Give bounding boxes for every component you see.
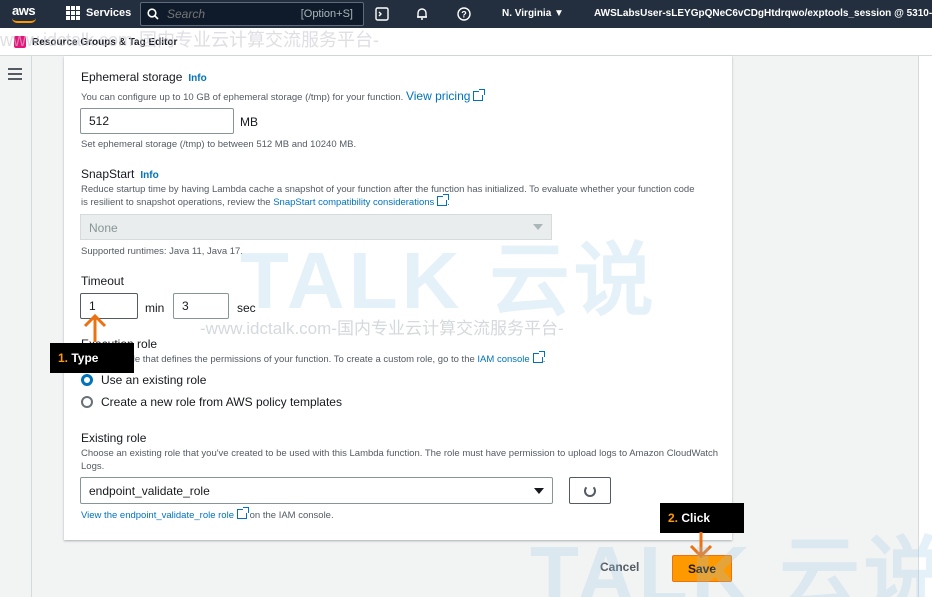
svg-text:?: ? xyxy=(461,10,467,20)
existing-role-selected-value: endpoint_validate_role xyxy=(89,484,210,498)
region-selector[interactable]: N. Virginia ▼ xyxy=(502,8,564,19)
chevron-down-icon xyxy=(534,488,544,494)
favorites-bar: Resource Groups & Tag Editor xyxy=(0,28,932,56)
refresh-icon xyxy=(584,484,596,497)
ephemeral-unit: MB xyxy=(240,115,258,129)
help-icon[interactable]: ? xyxy=(456,6,472,22)
radio-existing-label: Use an existing role xyxy=(101,373,207,387)
timeout-title: Timeout xyxy=(81,274,124,288)
favorite-label: Resource Groups & Tag Editor xyxy=(32,36,178,48)
arrow-up-icon xyxy=(83,314,107,342)
external-link-icon xyxy=(237,507,249,519)
step1-annotation: 1. Type xyxy=(50,343,134,373)
ephemeral-desc-text: You can configure up to 10 GB of ephemer… xyxy=(81,92,404,103)
services-label: Services xyxy=(86,7,132,19)
favorite-resource-groups[interactable]: Resource Groups & Tag Editor xyxy=(14,36,177,48)
search-box[interactable]: [Option+S] xyxy=(140,2,364,26)
external-link-icon xyxy=(473,89,486,101)
snapstart-select: None xyxy=(80,214,552,240)
ephemeral-storage-title: Ephemeral storage xyxy=(81,70,183,84)
existing-role-select[interactable]: endpoint_validate_role xyxy=(80,477,553,504)
existing-role-description: Choose an existing role that you've crea… xyxy=(81,448,719,472)
snapstart-description: Reduce startup time by having Lambda cac… xyxy=(81,184,695,208)
existing-role-title: Existing role xyxy=(81,431,147,445)
menu-icon[interactable] xyxy=(8,68,22,80)
arrow-down-icon xyxy=(689,532,713,559)
view-role-row: View the endpoint_validate_role role on … xyxy=(81,507,334,522)
snapstart-title: SnapStart xyxy=(81,167,135,181)
ephemeral-storage-heading: Ephemeral storage Info xyxy=(81,70,207,84)
radio-unselected-icon[interactable] xyxy=(81,396,93,408)
account-menu[interactable]: AWSLabsUser-sLEYGpQNeC6vCDgHtdrqwo/expto… xyxy=(594,8,932,19)
timeout-seconds-input[interactable] xyxy=(173,293,229,319)
timeout-sec-unit: sec xyxy=(237,301,256,315)
view-role-link[interactable]: View the endpoint_validate_role role xyxy=(81,510,234,521)
external-link-icon xyxy=(532,351,545,363)
step1-number: 1. xyxy=(58,351,69,365)
cloudshell-icon[interactable] xyxy=(374,6,390,22)
bell-icon[interactable] xyxy=(414,6,430,22)
cancel-button[interactable]: Cancel xyxy=(600,560,639,574)
left-divider xyxy=(31,56,32,597)
view-pricing-link[interactable]: View pricing xyxy=(406,89,470,103)
chevron-down-icon xyxy=(533,224,543,230)
iam-console-link[interactable]: IAM console xyxy=(477,354,529,365)
radio-use-existing-role[interactable]: Use an existing role xyxy=(81,373,206,387)
aws-logo-smile xyxy=(12,18,36,23)
radio-create-new-role[interactable]: Create a new role from AWS policy templa… xyxy=(81,395,342,409)
snapstart-info-link[interactable]: Info xyxy=(140,170,158,181)
aws-logo[interactable]: aws xyxy=(12,3,36,18)
snapstart-compat-link[interactable]: SnapStart compatibility considerations xyxy=(273,197,434,208)
view-role-suffix: on the IAM console. xyxy=(249,510,334,521)
timeout-min-unit: min xyxy=(145,301,165,315)
radio-selected-icon[interactable] xyxy=(81,374,93,386)
snapstart-supported: Supported runtimes: Java 11, Java 17. xyxy=(81,246,243,257)
right-panel-edge xyxy=(918,56,932,597)
step1-text: Type xyxy=(71,351,99,365)
ephemeral-constraint: Set ephemeral storage (/tmp) to between … xyxy=(81,139,357,150)
ephemeral-info-link[interactable]: Info xyxy=(188,73,206,84)
refresh-roles-button[interactable] xyxy=(569,477,611,504)
snapstart-selected-value: None xyxy=(89,221,118,235)
execution-role-desc-text: Choose a role that defines the permissio… xyxy=(81,354,475,365)
grid-icon xyxy=(66,6,80,20)
ephemeral-description: You can configure up to 10 GB of ephemer… xyxy=(81,89,701,104)
step2-annotation: 2. Click xyxy=(660,503,744,533)
execution-role-description: Choose a role that defines the permissio… xyxy=(81,351,546,365)
step2-number: 2. xyxy=(668,511,679,525)
top-navigation: aws Services [Option+S] ? N. Virginia ▼ … xyxy=(0,0,932,28)
search-shortcut-hint: [Option+S] xyxy=(300,8,353,20)
step2-text: Click xyxy=(681,511,711,525)
resource-groups-icon xyxy=(14,36,26,48)
radio-new-label: Create a new role from AWS policy templa… xyxy=(101,395,342,409)
services-menu[interactable]: Services xyxy=(66,6,131,20)
snapstart-heading: SnapStart Info xyxy=(81,167,159,181)
search-icon xyxy=(147,8,159,20)
external-link-icon xyxy=(437,194,450,206)
ephemeral-storage-input[interactable] xyxy=(80,108,234,134)
search-input[interactable] xyxy=(167,7,287,21)
